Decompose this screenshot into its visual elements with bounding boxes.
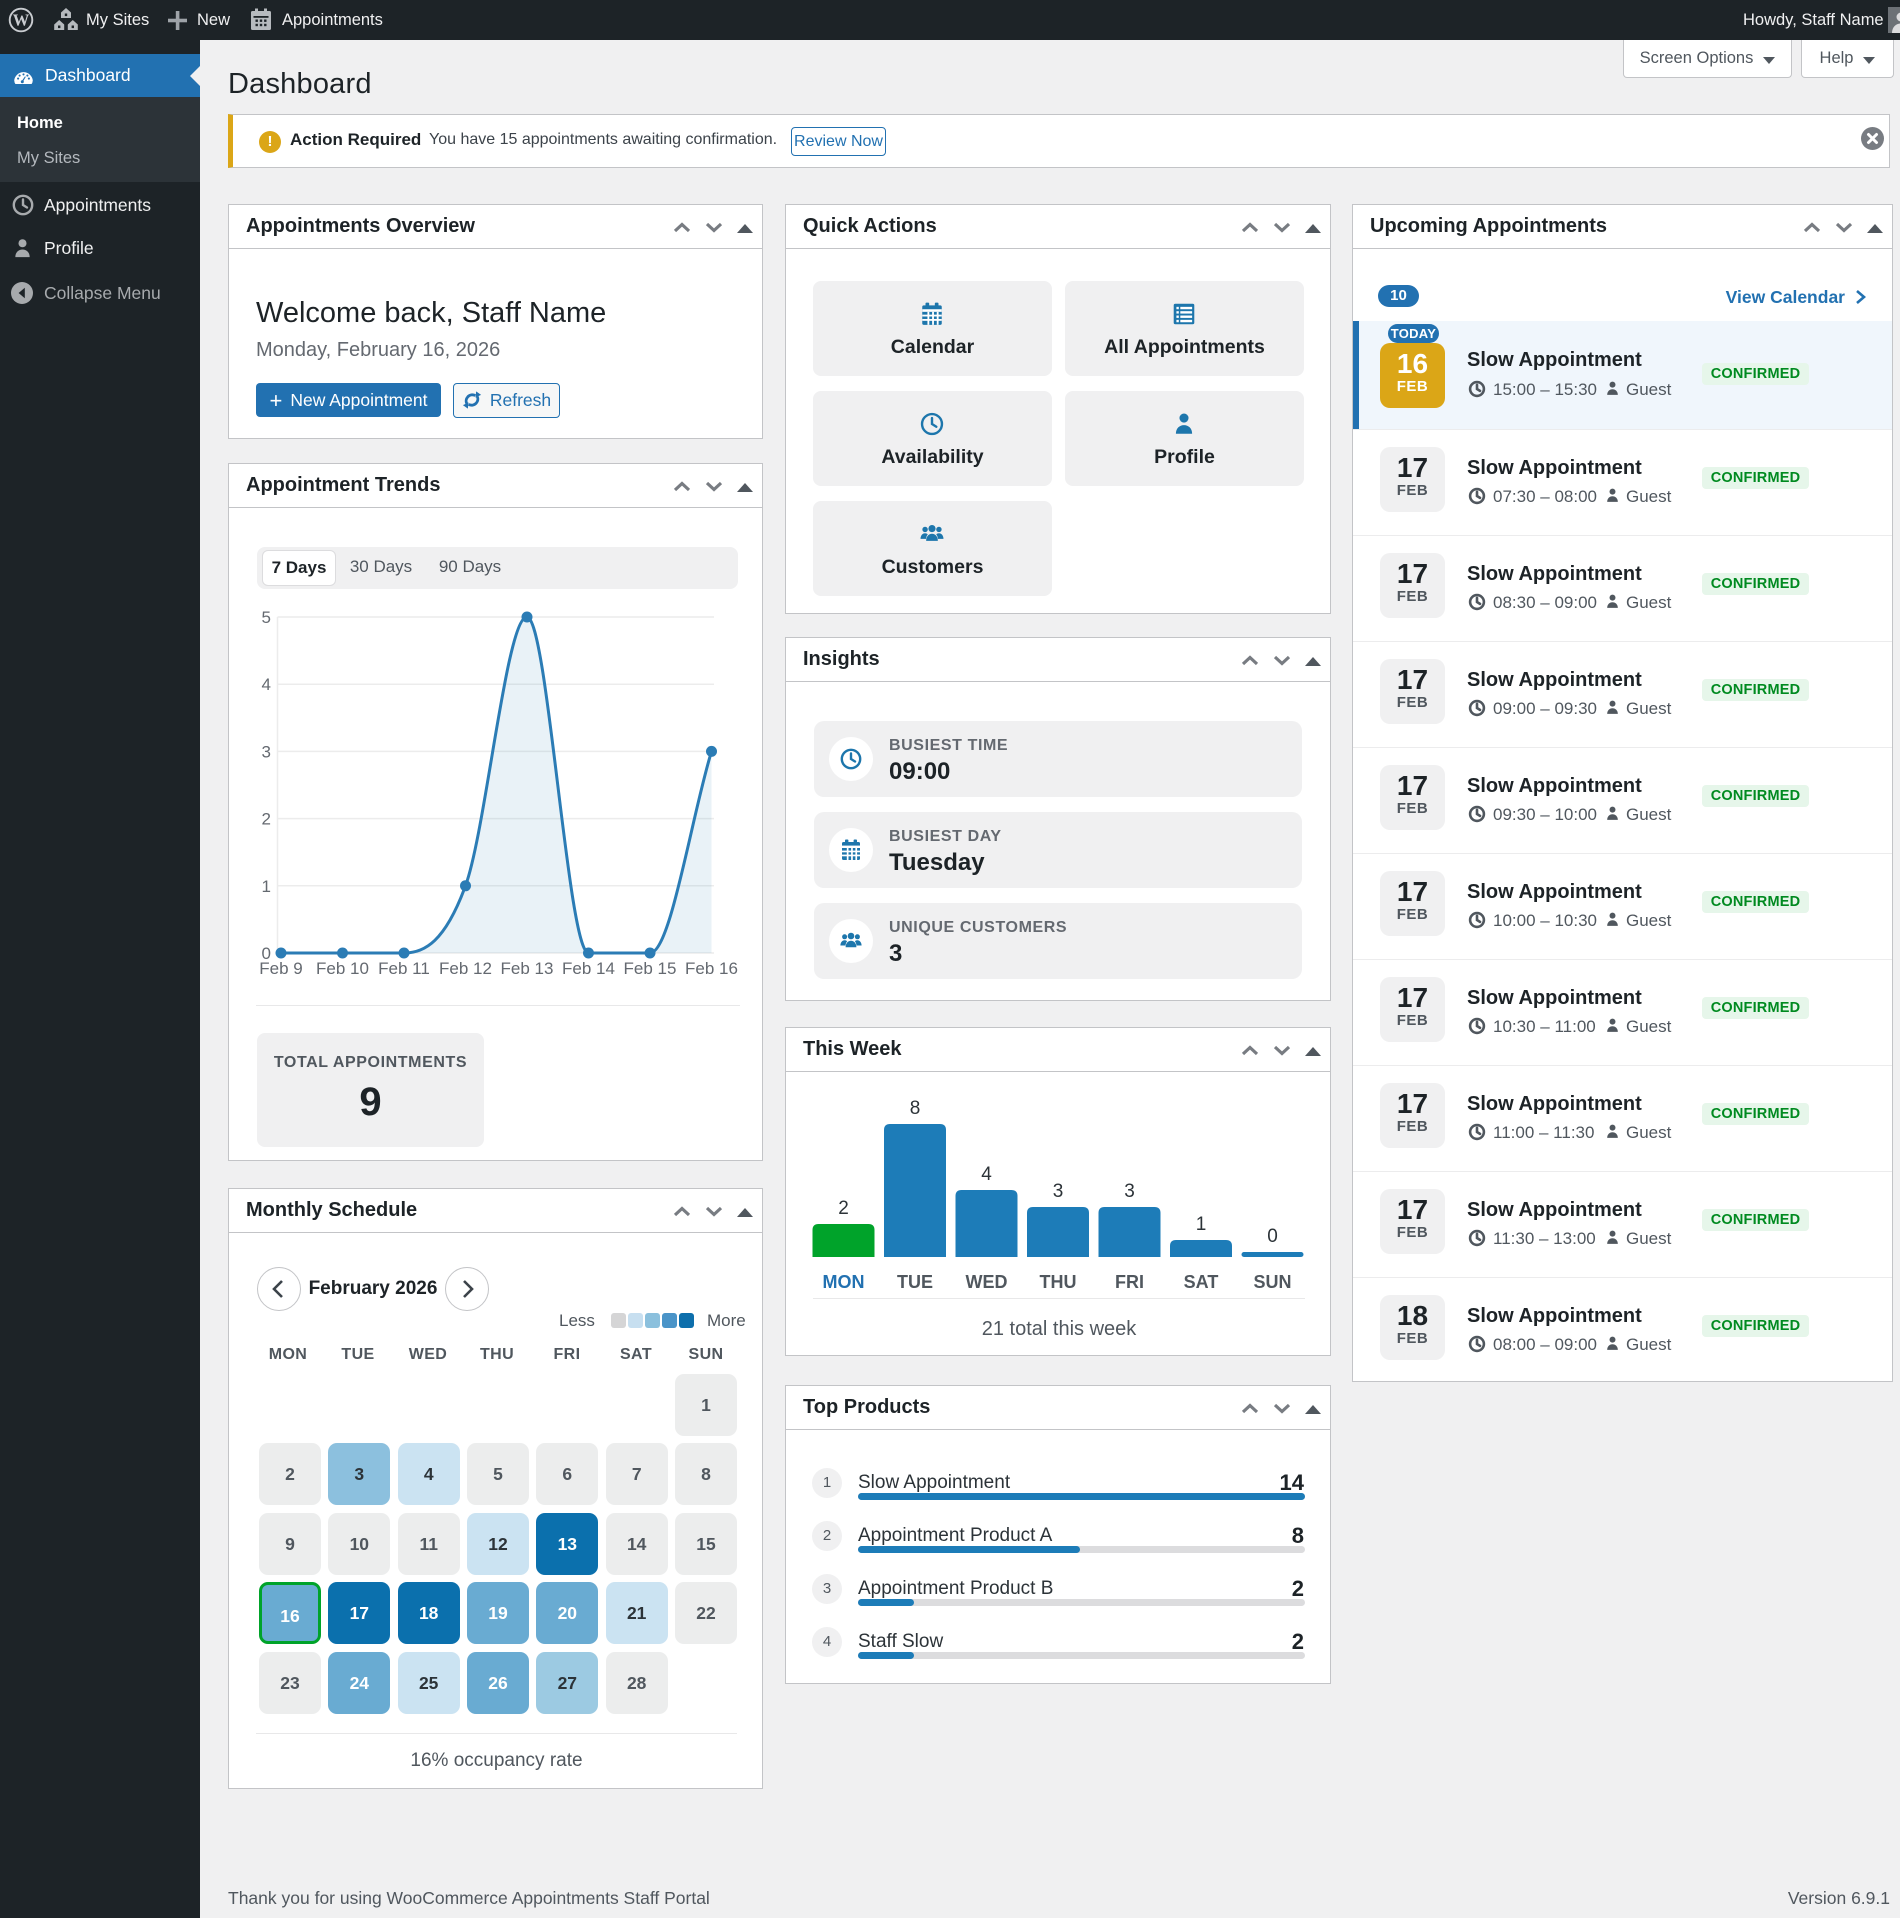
svg-text:3: 3 xyxy=(1124,1181,1135,1202)
svg-text:3: 3 xyxy=(262,742,271,761)
svg-text:SUN: SUN xyxy=(1253,1272,1291,1292)
svg-text:TUE: TUE xyxy=(897,1272,933,1292)
svg-text:SAT: SAT xyxy=(1184,1272,1219,1292)
svg-text:3: 3 xyxy=(1053,1181,1064,1202)
svg-text:Feb 14: Feb 14 xyxy=(562,959,615,978)
svg-text:2: 2 xyxy=(262,810,271,829)
svg-text:THU: THU xyxy=(1040,1272,1077,1292)
svg-text:Feb 10: Feb 10 xyxy=(316,959,369,978)
svg-text:Feb 16: Feb 16 xyxy=(685,959,738,978)
svg-text:Feb 13: Feb 13 xyxy=(501,959,554,978)
svg-text:8: 8 xyxy=(910,1098,921,1119)
svg-text:FRI: FRI xyxy=(1115,1272,1144,1292)
svg-text:4: 4 xyxy=(262,675,271,694)
svg-text:0: 0 xyxy=(1267,1226,1278,1247)
svg-text:1: 1 xyxy=(1196,1214,1207,1235)
svg-text:Feb 15: Feb 15 xyxy=(624,959,677,978)
svg-text:Feb 11: Feb 11 xyxy=(378,959,430,978)
svg-text:WED: WED xyxy=(966,1272,1008,1292)
svg-text:1: 1 xyxy=(262,877,271,896)
svg-text:5: 5 xyxy=(262,608,271,627)
svg-text:Feb 12: Feb 12 xyxy=(439,959,492,978)
svg-text:W: W xyxy=(13,11,30,30)
svg-text:2: 2 xyxy=(838,1198,849,1219)
svg-text:MON: MON xyxy=(823,1272,865,1292)
svg-text:4: 4 xyxy=(981,1164,992,1185)
svg-text:Feb 9: Feb 9 xyxy=(259,959,302,978)
